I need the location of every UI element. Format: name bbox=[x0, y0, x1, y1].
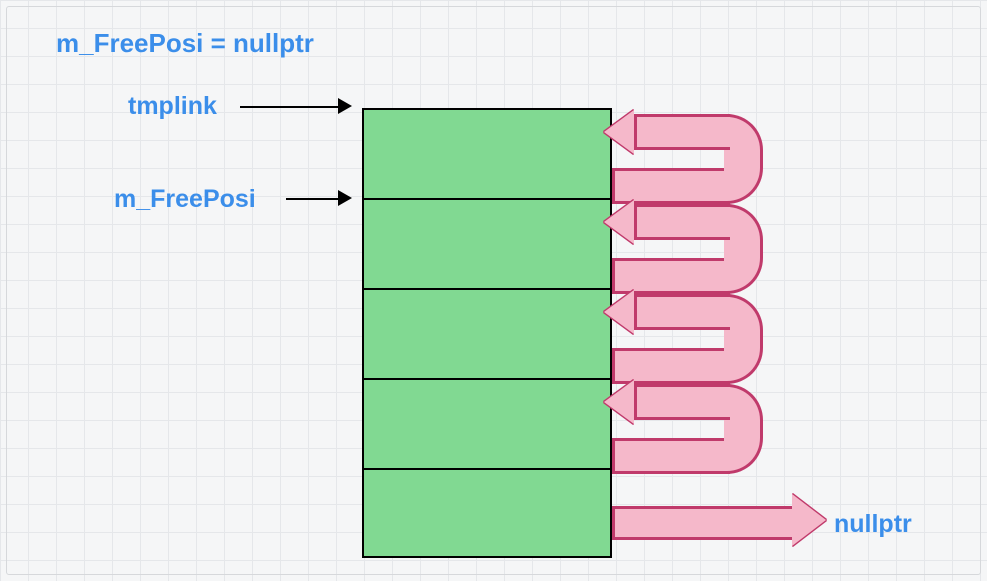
link-u-arrow bbox=[612, 288, 780, 378]
link-u-arrow bbox=[612, 198, 780, 288]
diagram-canvas: m_FreePosi = nullptr tmplink m_FreePosi … bbox=[0, 0, 987, 581]
freeposi-arrow-head bbox=[338, 190, 352, 206]
tmplink-arrow-head bbox=[338, 98, 352, 114]
link-u-arrow bbox=[612, 108, 780, 198]
memory-block bbox=[362, 378, 612, 468]
freeposi-label: m_FreePosi bbox=[114, 185, 256, 214]
link-u-arrow bbox=[612, 378, 780, 468]
memory-block bbox=[362, 288, 612, 378]
freeposi-arrow-line bbox=[286, 198, 340, 200]
memory-block bbox=[362, 468, 612, 558]
title-text: m_FreePosi = nullptr bbox=[56, 28, 314, 59]
tmplink-label: tmplink bbox=[128, 92, 217, 121]
nullptr-label: nullptr bbox=[834, 510, 912, 539]
link-arrows-container bbox=[612, 108, 802, 558]
memory-block bbox=[362, 198, 612, 288]
memory-block bbox=[362, 108, 612, 198]
memory-block-stack bbox=[362, 108, 612, 558]
tmplink-arrow-line bbox=[240, 106, 340, 108]
nullptr-arrow bbox=[612, 500, 822, 540]
